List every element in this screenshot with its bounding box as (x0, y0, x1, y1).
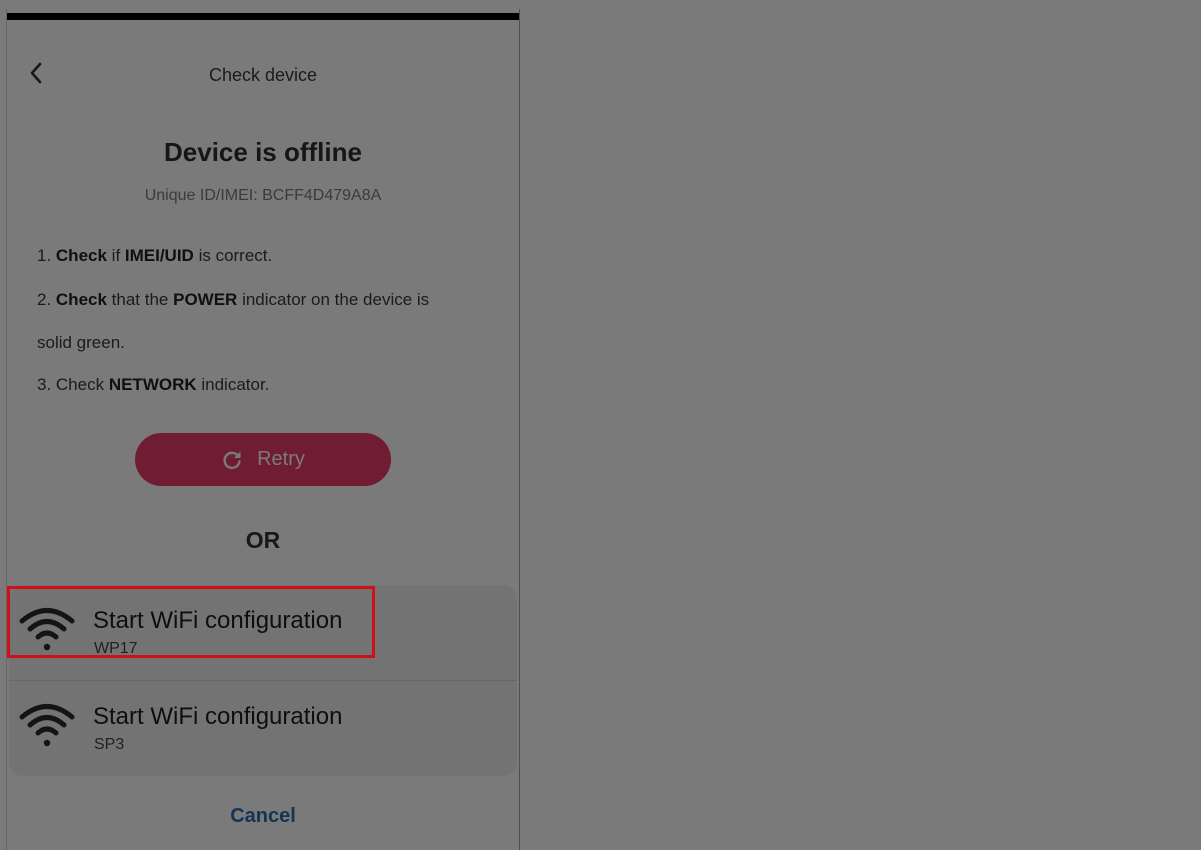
wifi-option-sp3[interactable]: Start WiFi configuration SP3 (9, 681, 517, 776)
device-uid: Unique ID/IMEI: BCFF4D479A8A (144, 187, 382, 204)
retry-label: Retry (257, 448, 305, 470)
wifi-icon (19, 704, 75, 747)
refresh-icon (223, 451, 241, 469)
instruction-line-2-cont: solid green. (37, 333, 125, 352)
retry-button[interactable]: Retry (135, 433, 391, 486)
app-bar: Check device (7, 53, 519, 97)
screen: Check device Device is offline Unique ID… (0, 0, 1201, 850)
cancel-button[interactable]: Cancel (7, 805, 519, 828)
phone-panel: Check device Device is offline Unique ID… (6, 9, 520, 850)
offline-headline: Device is offline (164, 137, 362, 167)
status-bar (7, 13, 519, 20)
wifi-option-model: SP3 (94, 736, 125, 753)
highlight-annotation (7, 586, 375, 658)
or-separator: OR (245, 527, 281, 553)
wifi-option-title: Start WiFi configuration (93, 703, 343, 730)
instruction-line-2: 2. Check that the POWER indicator on the… (37, 290, 430, 309)
instruction-line-3: 3. Check NETWORK indicator. (37, 375, 270, 394)
instruction-line-1: 1. Check if IMEI/UID is correct. (37, 246, 273, 265)
page-title: Check device (208, 65, 318, 85)
